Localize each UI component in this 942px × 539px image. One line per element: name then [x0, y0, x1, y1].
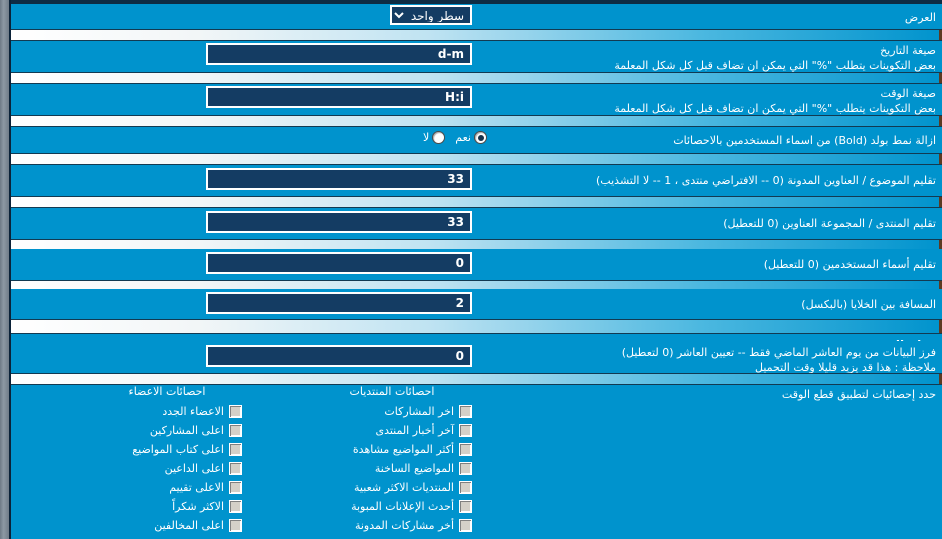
- checkbox-item[interactable]: اعلى المشاركين: [92, 421, 242, 440]
- separator-3: [11, 115, 942, 127]
- checkbox-label: المنتديات الاكثر شعبية: [354, 481, 454, 494]
- checkbox-label: أكثر المواضيع مشاهدة: [352, 443, 454, 456]
- checkbox-icon[interactable]: [229, 500, 242, 513]
- checkbox-icon[interactable]: [459, 443, 472, 456]
- checkbox-label: الاعلى تقييم: [169, 481, 224, 494]
- date-format-label: صيغة التاريخ: [880, 44, 936, 57]
- checkbox-icon[interactable]: [229, 405, 242, 418]
- radio-no-icon[interactable]: [432, 131, 446, 144]
- display-label: العرض: [904, 11, 936, 24]
- username-trim-label: تقليم أسماء المستخدمين (0 للتعطيل): [763, 258, 936, 271]
- bold-removal-yes-label: نعم: [455, 131, 471, 144]
- timecut-sort-input[interactable]: [206, 345, 472, 367]
- checkbox-column-forum-stats: احصائات المنتديات اخر المشاركات آخر أخبا…: [312, 385, 472, 535]
- checkbox-item[interactable]: الاعضاء الجدد: [92, 402, 242, 421]
- row-bold-removal: ازالة نمط بولد (Bold) من اسماء المستخدمي…: [11, 127, 942, 155]
- select-stats-label: حدد إحصائيات لتطبيق قطع الوقت: [781, 388, 936, 401]
- bold-removal-yes-option[interactable]: نعم: [455, 131, 487, 144]
- checkbox-icon[interactable]: [229, 462, 242, 475]
- checkbox-icon[interactable]: [459, 481, 472, 494]
- bold-removal-no-label: لا: [423, 131, 430, 144]
- checkbox-icon[interactable]: [229, 481, 242, 494]
- checkbox-item[interactable]: اخر المشاركات: [312, 402, 472, 421]
- checkbox-column-forum-header: احصائات المنتديات: [349, 385, 435, 398]
- checkbox-column-member-header: احصائات الاعضاء: [128, 385, 206, 398]
- checkbox-item[interactable]: اعلى المخالفين: [92, 516, 242, 535]
- checkbox-label: اعلى المخالفين: [154, 519, 224, 532]
- bold-removal-radio-group: نعم لا: [423, 131, 487, 144]
- checkbox-label: اخر المشاركات: [384, 405, 454, 418]
- checkbox-item[interactable]: آخر أخبار المنتدى: [312, 421, 472, 440]
- checkbox-label: اعلى الداعين: [164, 462, 224, 475]
- display-select-wrap: سطر واحد: [390, 5, 472, 25]
- time-format-label: صيغة الوقت: [880, 87, 936, 100]
- bold-removal-no-option[interactable]: لا: [423, 131, 446, 144]
- window-left-frame: [0, 0, 9, 539]
- checkbox-label: الاكثر شكراً: [172, 500, 224, 513]
- checkbox-icon[interactable]: [459, 519, 472, 532]
- display-mode-select[interactable]: سطر واحد: [390, 5, 472, 25]
- checkbox-icon[interactable]: [229, 443, 242, 456]
- checkbox-item[interactable]: اعلى كتاب المواضيع: [92, 440, 242, 459]
- checkbox-icon[interactable]: [229, 424, 242, 437]
- forum-trim-input[interactable]: [206, 211, 472, 233]
- window-left-frame-inner: [9, 0, 11, 539]
- topic-trim-label: تقليم الموضوع / العناوين المدونة (0 -- ا…: [596, 174, 936, 187]
- checkbox-item[interactable]: أحدث الإعلانات المبوبة: [312, 497, 472, 516]
- date-format-hint: بعض التكوينات يتطلب "%" التي يمكن ان تضا…: [614, 59, 936, 72]
- topic-trim-input[interactable]: [206, 168, 472, 190]
- username-trim-input[interactable]: [206, 252, 472, 274]
- separator-4: [11, 153, 942, 165]
- separator-1: [11, 29, 942, 41]
- separator-5: [11, 196, 942, 208]
- radio-yes-icon[interactable]: [474, 131, 487, 144]
- checkbox-icon[interactable]: [459, 405, 472, 418]
- checkbox-label: أخر مشاركات المدونة: [354, 519, 454, 532]
- settings-content: العرض سطر واحد صيغة التاريخ بعض التكوينا…: [11, 0, 942, 539]
- checkbox-label: اعلى المشاركين: [149, 424, 224, 437]
- checkbox-icon[interactable]: [459, 500, 472, 513]
- checkbox-item[interactable]: الاكثر شكراً: [92, 497, 242, 516]
- checkbox-item[interactable]: المنتديات الاكثر شعبية: [312, 478, 472, 497]
- bold-removal-label: ازالة نمط بولد (Bold) من اسماء المستخدمي…: [673, 134, 936, 147]
- cell-spacing-input[interactable]: [206, 292, 472, 314]
- window-top-edge: [0, 0, 942, 4]
- checkbox-label: آخر أخبار المنتدى: [375, 424, 454, 437]
- separator-10: [11, 373, 942, 385]
- settings-panel: العرض سطر واحد صيغة التاريخ بعض التكوينا…: [0, 0, 942, 539]
- cell-spacing-label: المسافة بين الخلايا (بالبكسل): [801, 298, 936, 311]
- checkbox-item[interactable]: اعلى الداعين: [92, 459, 242, 478]
- time-format-input[interactable]: [206, 86, 472, 108]
- forum-trim-label: تقليم المنتدى / المجموعة العناوين (0 للت…: [723, 217, 936, 230]
- timecut-sort-label: فرز البيانات من يوم العاشر الماضي فقط --…: [621, 346, 936, 359]
- checkbox-label: أحدث الإعلانات المبوبة: [351, 500, 454, 513]
- checkbox-icon[interactable]: [229, 519, 242, 532]
- checkbox-item[interactable]: أخر مشاركات المدونة: [312, 516, 472, 535]
- checkbox-item[interactable]: المواضيع الساخنة: [312, 459, 472, 478]
- checkbox-item[interactable]: أكثر المواضيع مشاهدة: [312, 440, 472, 459]
- checkbox-icon[interactable]: [459, 424, 472, 437]
- checkbox-item[interactable]: الاعلى تقييم: [92, 478, 242, 497]
- checkbox-icon[interactable]: [459, 462, 472, 475]
- date-format-input[interactable]: [206, 43, 472, 65]
- checkbox-label: الاعضاء الجدد: [162, 405, 224, 418]
- separator-8: [11, 319, 942, 334]
- checkbox-label: المواضيع الساخنة: [374, 462, 454, 475]
- separator-2: [11, 72, 942, 84]
- time-format-hint: بعض التكوينات يتطلب "%" التي يمكن ان تضا…: [614, 102, 936, 115]
- checkbox-column-member-stats: احصائات الاعضاء الاعضاء الجدد اعلى المشا…: [92, 385, 242, 535]
- checkbox-label: اعلى كتاب المواضيع: [132, 443, 224, 456]
